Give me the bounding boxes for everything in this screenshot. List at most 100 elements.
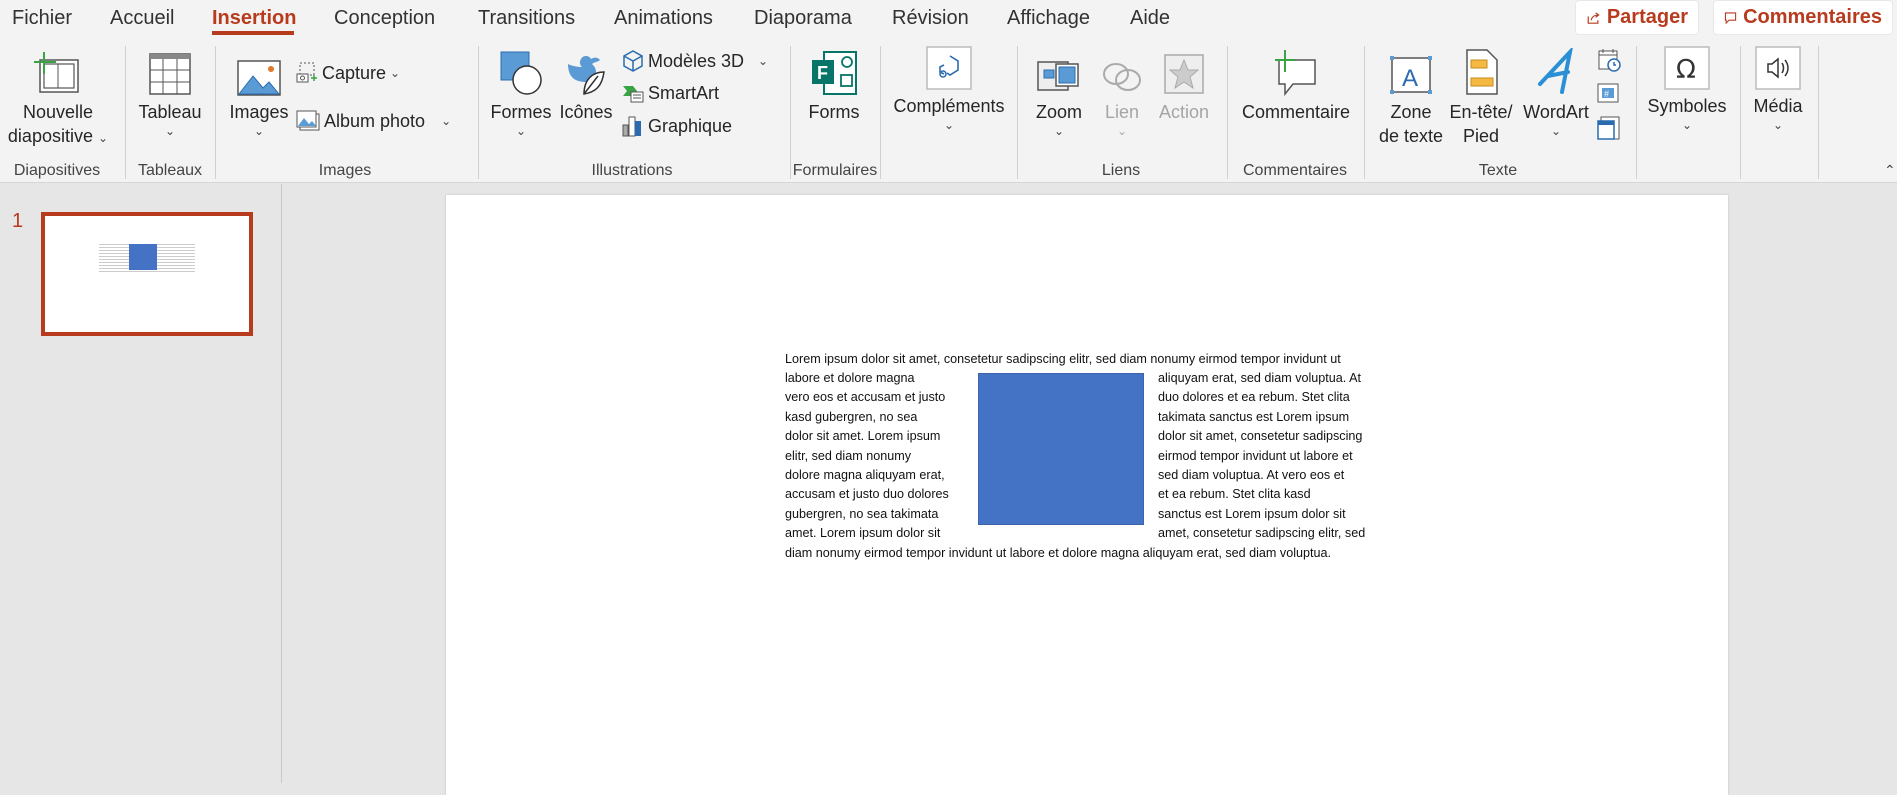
- chart-button[interactable]: Graphique: [622, 115, 732, 137]
- wordart-icon: [1538, 48, 1573, 94]
- comments-label: Commentaires: [1743, 6, 1882, 28]
- tab-conception[interactable]: Conception: [334, 7, 435, 30]
- comment-button[interactable]: Commentaire: [1236, 44, 1356, 124]
- group-label-commentaires: Commentaires: [1242, 162, 1348, 179]
- album-label: Album photo: [324, 110, 426, 131]
- group-label-formulaires: Formulaires: [792, 162, 878, 179]
- icons-icon: [568, 56, 605, 95]
- ribbon: Nouvelle diapositive ⌄ Diapositives Tabl…: [0, 40, 1897, 183]
- models3d-label: Modèles 3D: [648, 50, 745, 71]
- text-line-left: amet. Lorem ipsum dolor sit: [785, 526, 941, 541]
- capture-button[interactable]: Capture ⌄: [296, 62, 400, 84]
- tab-transitions[interactable]: Transitions: [478, 7, 575, 30]
- svg-text:F: F: [817, 63, 828, 83]
- svg-text:A: A: [1402, 65, 1418, 92]
- wordart-button[interactable]: WordArt ⌄: [1516, 44, 1596, 138]
- forms-label: Forms: [808, 102, 860, 122]
- tab-aide[interactable]: Aide: [1130, 7, 1170, 30]
- cube-3d-icon: [623, 50, 643, 72]
- group-label-texte: Texte: [1478, 162, 1518, 179]
- slide-number-button[interactable]: #: [1597, 83, 1621, 110]
- textbox-label-1: Zone: [1390, 102, 1432, 122]
- link-button[interactable]: Lien ⌄: [1098, 44, 1146, 138]
- icons-button[interactable]: Icônes: [556, 44, 616, 124]
- models3d-button[interactable]: Modèles 3D ⌄: [622, 50, 768, 72]
- new-slide-icon: [34, 52, 79, 93]
- tab-diaporama[interactable]: Diaporama: [754, 7, 852, 30]
- text-line-left: accusam et justo duo dolores: [785, 487, 949, 502]
- collapse-ribbon-button[interactable]: ⌃: [1884, 162, 1896, 179]
- tab-fichier[interactable]: Fichier: [12, 7, 72, 30]
- images-button[interactable]: Images ⌄: [228, 44, 290, 138]
- shapes-icon: [500, 51, 542, 95]
- link-icon: [1103, 63, 1141, 91]
- blue-rectangle-shape[interactable]: [978, 373, 1144, 525]
- textbox-button[interactable]: A Zone de texte: [1376, 44, 1446, 148]
- svg-text:#: #: [1604, 89, 1609, 99]
- text-line-right: amet, consetetur sadipscing elitr, sed: [1158, 526, 1366, 541]
- tab-affichage[interactable]: Affichage: [1007, 7, 1090, 30]
- media-label: Média: [1753, 96, 1803, 116]
- text-line-top: Lorem ipsum dolor sit amet, consetetur s…: [785, 352, 1341, 366]
- textbox-icon: A: [1390, 56, 1432, 94]
- tab-accueil[interactable]: Accueil: [110, 7, 174, 30]
- group-label-diapositives: Diapositives: [13, 162, 101, 179]
- menu-bar: Fichier Accueil Insertion Conception Tra…: [0, 0, 1897, 40]
- group-label-tableaux: Tableaux: [137, 162, 203, 179]
- tab-revision[interactable]: Révision: [892, 7, 969, 30]
- forms-icon: F: [812, 51, 857, 95]
- comments-button[interactable]: Commentaires: [1713, 0, 1893, 35]
- text-line-left: vero eos et accusam et justo: [785, 390, 946, 405]
- zoom-icon: [1037, 61, 1079, 91]
- media-button[interactable]: Média ⌄: [1746, 44, 1810, 132]
- forms-button[interactable]: F Forms: [802, 44, 866, 124]
- slide-number-icon: #: [1597, 83, 1619, 103]
- text-line-right: takimata sanctus est Lorem ipsum: [1158, 409, 1350, 424]
- addins-button[interactable]: Compléments ⌄: [888, 44, 1010, 132]
- text-line-left: dolor sit amet. Lorem ipsum: [785, 429, 941, 444]
- tab-insertion[interactable]: Insertion: [212, 7, 296, 30]
- smartart-label: SmartArt: [648, 83, 720, 103]
- share-label: Partager: [1606, 6, 1688, 28]
- table-label: Tableau: [138, 102, 202, 122]
- group-label-liens: Liens: [1101, 162, 1141, 179]
- share-icon: [1587, 11, 1600, 24]
- album-button[interactable]: Album photo ⌄: [296, 110, 451, 132]
- share-button[interactable]: Partager: [1575, 0, 1699, 35]
- table-button[interactable]: Tableau ⌄: [136, 44, 204, 138]
- date-time-button[interactable]: [1597, 48, 1621, 77]
- object-button[interactable]: [1597, 116, 1621, 147]
- capture-label: Capture: [322, 62, 387, 83]
- photo-album-icon: [296, 110, 320, 131]
- omega-icon: Ω: [1664, 46, 1710, 90]
- text-line-left: gubergren, no sea takimata: [785, 506, 939, 521]
- tab-animations[interactable]: Animations: [614, 7, 713, 30]
- new-slide-button[interactable]: Nouvelle diapositive ⌄: [6, 44, 110, 148]
- action-button[interactable]: Action: [1154, 44, 1214, 124]
- shapes-button[interactable]: Formes ⌄: [490, 44, 552, 138]
- header-footer-button[interactable]: En-tête/ Pied: [1448, 44, 1514, 148]
- picture-icon: [237, 60, 281, 96]
- images-label: Images: [229, 102, 289, 122]
- addins-icon: [926, 46, 972, 90]
- text-line-right: et ea rebum. Stet clita kasd: [1158, 487, 1311, 502]
- smartart-button[interactable]: SmartArt: [622, 83, 719, 104]
- symbols-label: Symboles: [1647, 96, 1727, 116]
- text-line-bottom: diam nonumy eirmod tempor invidunt ut la…: [785, 546, 1332, 560]
- symbols-button[interactable]: Ω Symboles ⌄: [1642, 44, 1732, 132]
- text-line-left: dolore magna aliquyam erat,: [785, 468, 945, 482]
- group-label-illustrations: Illustrations: [591, 162, 673, 179]
- slide-canvas[interactable]: Lorem ipsum dolor sit amet, consetetur s…: [446, 195, 1728, 795]
- text-line-left: kasd gubergren, no sea: [785, 409, 918, 424]
- comment-icon: [1724, 11, 1737, 24]
- thumbnail-blue-square: [129, 244, 157, 270]
- text-line-left: labore et dolore magna: [785, 371, 915, 385]
- text-line-right: aliquyam erat, sed diam voluptua. At: [1158, 371, 1362, 385]
- text-line-right: sanctus est Lorem ipsum dolor sit: [1158, 506, 1346, 521]
- slide-thumbnail-pane: 1: [0, 184, 282, 783]
- zoom-button[interactable]: Zoom ⌄: [1030, 44, 1088, 138]
- new-slide-label-2: diapositive ⌄: [7, 126, 109, 146]
- text-line-right: duo dolores et ea rebum. Stet clita: [1158, 390, 1350, 405]
- header-footer-label-2: Pied: [1462, 126, 1500, 146]
- slide-thumbnail[interactable]: [41, 212, 253, 336]
